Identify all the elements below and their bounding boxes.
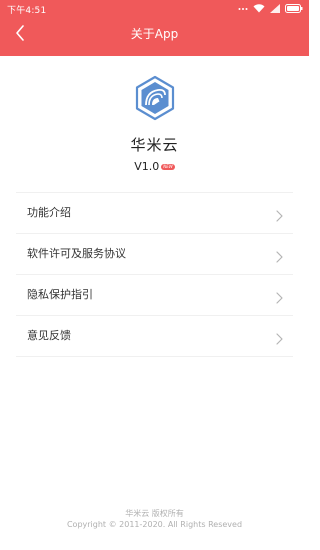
- signal-icon: [270, 4, 280, 13]
- menu-item-privacy[interactable]: 隐私保护指引: [16, 275, 293, 316]
- chevron-right-icon: [276, 248, 283, 263]
- footer-copyright-text: Copyright © 2011-2020. All Rights Reseve…: [66, 520, 243, 529]
- app-name: 华米云: [130, 136, 179, 154]
- menu-item-features[interactable]: 功能介绍: [16, 193, 293, 234]
- menu-item-feedback[interactable]: 意见反馈: [16, 316, 293, 357]
- menu-item-license[interactable]: 软件许可及服务协议: [16, 234, 293, 275]
- page-title: 关于App: [130, 27, 179, 41]
- version-row: V1.0 NEW: [0, 160, 309, 173]
- dots-icon: [238, 7, 248, 11]
- hexagon-cloud-logo-icon: [132, 75, 178, 121]
- status-time: 下午4:51: [7, 6, 47, 16]
- menu-item-label: 意见反馈: [27, 329, 71, 342]
- header-bar: 下午4:51 关于App: [0, 0, 309, 56]
- wifi-icon: [253, 4, 265, 13]
- status-icons: [238, 3, 303, 14]
- version-label: V1.0: [134, 160, 160, 173]
- menu-item-label: 软件许可及服务协议: [27, 247, 126, 260]
- menu-item-label: 功能介绍: [27, 206, 71, 219]
- settings-menu: 功能介绍 软件许可及服务协议 隐私保护指引 意见反馈: [16, 192, 293, 357]
- chevron-right-icon: [276, 289, 283, 304]
- footer-copyright-owner: 华米云 版权所有: [125, 509, 184, 518]
- chevron-right-icon: [276, 330, 283, 345]
- status-bar: 下午4:51: [0, 0, 309, 17]
- menu-item-label: 隐私保护指引: [27, 288, 93, 301]
- chevron-right-icon: [276, 207, 283, 222]
- footer: 华米云 版权所有 Copyright © 2011-2020. All Righ…: [0, 508, 309, 530]
- nav-bar: 关于App: [0, 17, 309, 56]
- new-badge: NEW: [161, 163, 175, 170]
- battery-icon: [285, 4, 303, 13]
